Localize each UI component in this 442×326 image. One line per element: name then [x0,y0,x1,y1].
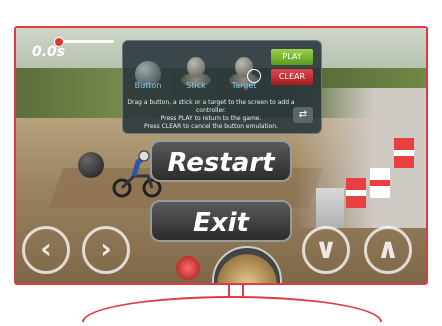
barrier-block [346,178,366,208]
monitor-frame: 0.0s Button Stick Target PLAY CLEAR Drag… [14,26,428,285]
barrier-block [316,188,344,228]
stick-ball-icon[interactable] [78,152,104,178]
controller-panel: Button Stick Target PLAY CLEAR Drag a bu… [122,40,322,134]
up-arrow-button[interactable]: ∧ [364,226,412,274]
game-scene[interactable]: 0.0s Button Stick Target PLAY CLEAR Drag… [16,28,426,283]
right-arrow-button[interactable]: › [82,226,130,274]
exit-button[interactable]: Exit [150,200,292,242]
help-line: Drag a button, a stick or a target to th… [127,99,295,114]
target-controller-label: Target [231,81,257,90]
button-controller-label: Button [134,81,162,90]
swap-icon[interactable]: ⇄ [293,107,313,123]
joystick-icon [187,57,205,77]
help-line: Press CLEAR to cancel the button emulati… [143,123,278,130]
help-text: Drag a button, a stick or a target to th… [127,99,295,131]
stick-controller-label: Stick [186,81,206,90]
clear-button[interactable]: CLEAR [271,69,313,85]
down-arrow-button[interactable]: ∨ [302,226,350,274]
restart-button[interactable]: Restart [150,140,292,182]
brake-indicator-icon [176,256,200,280]
left-arrow-button[interactable]: ‹ [22,226,70,274]
timer-readout: 0.0s [32,44,66,60]
monitor-stand-base [82,296,382,322]
barrier-block [370,168,390,198]
play-button[interactable]: PLAY [271,49,313,65]
barrier-block [394,138,414,168]
help-line: Press PLAY to return to the game. [160,115,262,122]
